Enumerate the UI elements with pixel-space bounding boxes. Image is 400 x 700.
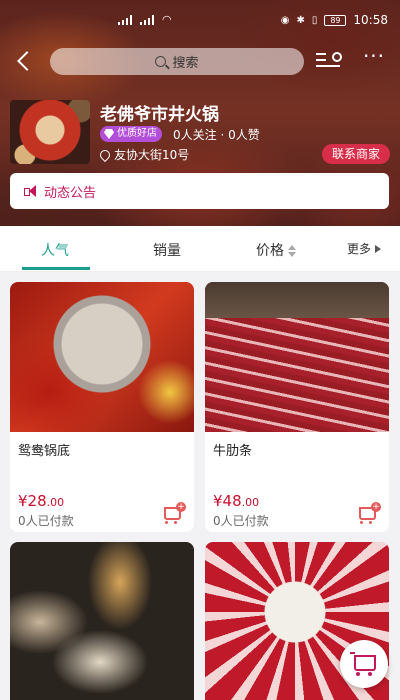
product-price: ¥28.00: [18, 492, 64, 510]
network-indicators: ◠: [118, 13, 172, 26]
product-title: 鸳鸯锅底: [18, 444, 71, 459]
search-placeholder: 搜索: [172, 56, 199, 71]
battery-icon: 89: [324, 14, 347, 26]
contact-merchant-button[interactable]: 联系商家: [321, 144, 390, 164]
product-card[interactable]: 鸳鸯锅底 ¥28.00 0人已付款 +: [10, 282, 194, 532]
product-image: [205, 282, 389, 432]
shop-info: 老佛爷市井火锅 优质好店 0人关注 · 0人赞 友协大街10号 联系商家: [10, 100, 390, 166]
shop-stats: 0人关注 · 0人赞: [173, 128, 260, 142]
product-image: [10, 542, 194, 700]
diamond-icon: [104, 129, 114, 139]
alarm-icon: ◉: [280, 14, 290, 26]
product-image: [10, 282, 194, 432]
announcement-label: 动态公告: [44, 185, 97, 201]
sold-count: 0人已付款: [18, 514, 74, 528]
active-tab-indicator: [22, 267, 90, 270]
add-to-cart-icon[interactable]: +: [162, 502, 186, 524]
tab-more-label: 更多: [347, 242, 372, 256]
signal-icon: [140, 14, 156, 25]
bluetooth-icon: ✱: [296, 14, 305, 26]
product-title: 牛肋条: [213, 444, 253, 459]
search-input[interactable]: 搜索: [50, 48, 304, 75]
signal-icon: [118, 14, 134, 25]
more-icon[interactable]: ···: [360, 46, 388, 72]
system-indicators: ◉ ✱ ▯ 89 10:58: [281, 13, 388, 27]
price-integer: ¥28: [18, 492, 47, 510]
location-pin-icon: [97, 147, 113, 162]
tab-more[interactable]: 更多: [347, 240, 382, 257]
badge-label: 优质好店: [117, 128, 157, 139]
sort-icon: [288, 245, 296, 257]
sort-tabs: 人气 销量 价格 更多: [0, 226, 400, 272]
triangle-right-icon: [375, 245, 382, 253]
back-icon[interactable]: [14, 49, 36, 73]
sold-count: 0人已付款: [213, 514, 269, 528]
tab-price[interactable]: 价格: [256, 240, 296, 260]
search-icon: [155, 56, 167, 67]
tab-price-label: 价格: [256, 243, 284, 259]
product-card[interactable]: [10, 542, 194, 700]
shop-avatar: [10, 100, 90, 164]
price-integer: ¥48: [213, 492, 242, 510]
wifi-icon: ◠: [162, 13, 172, 26]
cart-icon[interactable]: [340, 640, 388, 688]
status-bar: ◠ ◉ ✱ ▯ 89 10:58: [0, 0, 400, 40]
tab-popularity[interactable]: 人气: [41, 240, 69, 260]
top-navigation: 搜索 ···: [0, 46, 400, 76]
product-card[interactable]: 牛肋条 ¥48.00 0人已付款 +: [205, 282, 389, 532]
speaker-icon: [24, 185, 38, 197]
add-to-cart-icon[interactable]: +: [357, 502, 381, 524]
address-text: 友协大街10号: [114, 148, 190, 162]
tab-sales[interactable]: 销量: [153, 240, 181, 260]
price-decimal: .00: [241, 496, 260, 509]
quality-badge: 优质好店: [100, 126, 162, 142]
shop-name: 老佛爷市井火锅: [100, 105, 219, 125]
price-decimal: .00: [46, 496, 65, 509]
announcement-bar[interactable]: 动态公告: [10, 173, 389, 209]
filter-search-icon[interactable]: [316, 50, 342, 72]
clock: 10:58: [353, 13, 388, 27]
vibrate-icon: ▯: [311, 14, 318, 26]
product-price: ¥48.00: [213, 492, 259, 510]
shop-address[interactable]: 友协大街10号: [97, 146, 190, 163]
